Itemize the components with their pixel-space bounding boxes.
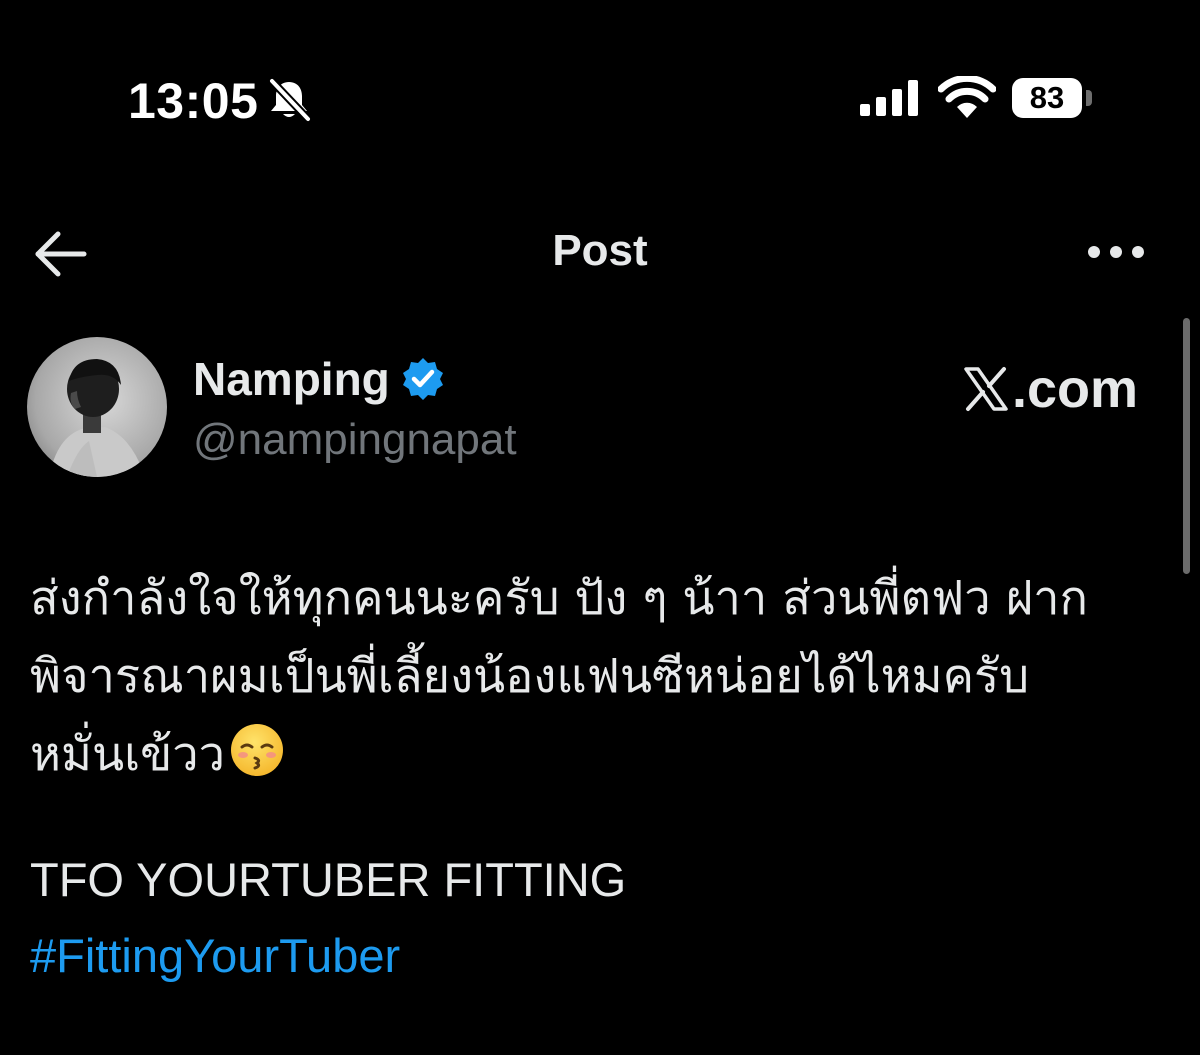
- hashtag-link[interactable]: #FittingYourTuber: [30, 928, 400, 983]
- status-time: 13:05: [128, 73, 259, 129]
- page-title: Post: [552, 226, 648, 275]
- author-handle[interactable]: @nampingnapat: [193, 415, 517, 465]
- battery-icon: 83: [1012, 78, 1082, 118]
- wifi-icon: [938, 76, 996, 118]
- x-logo-icon: [964, 367, 1008, 411]
- bell-slash-icon: [268, 78, 312, 122]
- post-line-last: หมั่นเข้วว: [30, 716, 1180, 794]
- battery-cap: [1086, 90, 1092, 106]
- watermark-text: .com: [1012, 359, 1139, 419]
- author-name-text[interactable]: Namping: [193, 352, 390, 406]
- kissing-face-closed-eyes-emoji: [231, 724, 284, 776]
- post-title: TFO YOURTUBER FITTING: [30, 853, 627, 906]
- post-line-text: หมั่นเข้วว: [30, 727, 226, 782]
- battery-level: 83: [1029, 80, 1065, 115]
- more-horizontal-icon[interactable]: [1084, 232, 1148, 272]
- cellular-signal-icon: [860, 80, 918, 116]
- avatar[interactable]: [27, 337, 167, 477]
- status-bar: 13:05 83: [0, 0, 1200, 200]
- scroll-indicator[interactable]: [1183, 318, 1190, 574]
- watermark: .com: [962, 358, 1138, 420]
- author-name[interactable]: Namping: [193, 352, 446, 406]
- post-text: ส่งกำลังใจให้ทุกคนนะครับ ปัง ๆ น้าา ส่วน…: [30, 560, 1180, 794]
- post-line: พิจารณาผมเป็นพี่เลี้ยงน้องแฟนซีหน่อยได้ไ…: [30, 649, 1030, 704]
- post-line: ส่งกำลังใจให้ทุกคนนะครับ ปัง ๆ น้าา ส่วน…: [30, 571, 1088, 626]
- verified-badge-icon: [402, 358, 443, 400]
